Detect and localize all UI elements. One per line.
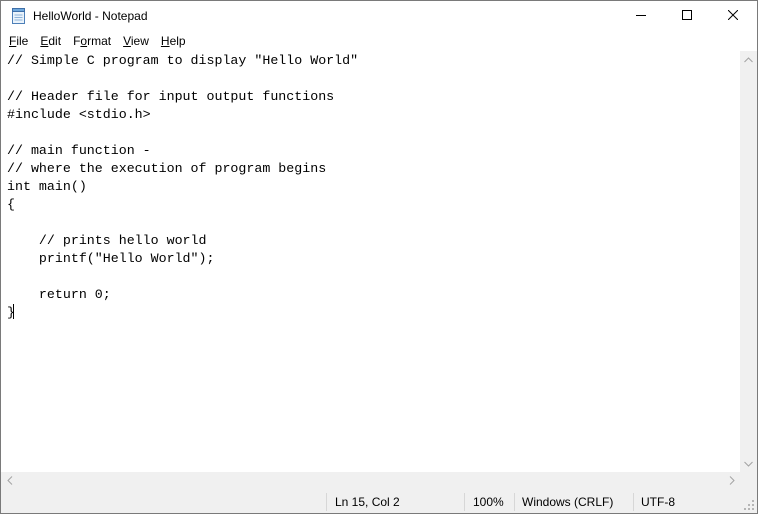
text-caret [12, 304, 14, 319]
notepad-icon[interactable] [11, 8, 26, 24]
menu-file[interactable]: File [3, 31, 34, 51]
status-line-endings: Windows (CRLF) [522, 495, 614, 509]
maximize-button[interactable] [664, 1, 710, 31]
editor-line: // main function - [7, 143, 151, 158]
editor-line: // prints hello world [7, 233, 207, 248]
scroll-down-icon[interactable] [740, 455, 757, 472]
editor-line: #include <stdio.h> [7, 107, 151, 122]
status-bar: Ln 15, Col 2 100% Windows (CRLF) UTF-8 [1, 489, 757, 513]
menu-view[interactable]: View [117, 31, 155, 51]
text-editor[interactable]: // Simple C program to display "Hello Wo… [1, 51, 740, 472]
minimize-icon [636, 9, 646, 23]
scroll-right-icon[interactable] [723, 472, 740, 489]
editor-line: printf("Hello World"); [7, 251, 215, 266]
title-bar[interactable]: HelloWorld - Notepad [1, 1, 757, 31]
maximize-icon [682, 9, 692, 23]
editor-content[interactable]: // Simple C program to display "Hello Wo… [7, 52, 358, 322]
editor-line: return 0; [7, 287, 111, 302]
status-zoom: 100% [473, 495, 504, 509]
scroll-up-icon[interactable] [740, 51, 757, 68]
menu-help[interactable]: Help [155, 31, 192, 51]
window-title: HelloWorld - Notepad [33, 9, 148, 23]
editor-line: // where the execution of program begins [7, 161, 327, 176]
editor-line: { [7, 197, 15, 212]
status-divider [326, 493, 327, 511]
status-encoding: UTF-8 [641, 495, 675, 509]
menu-format[interactable]: Format [67, 31, 117, 51]
horizontal-scrollbar[interactable] [1, 472, 740, 489]
vertical-scrollbar[interactable] [740, 51, 757, 472]
menu-edit[interactable]: Edit [34, 31, 67, 51]
resize-grip-icon[interactable] [743, 499, 755, 511]
status-divider [633, 493, 634, 511]
status-divider [514, 493, 515, 511]
status-divider [464, 493, 465, 511]
editor-line: // Simple C program to display "Hello Wo… [7, 53, 359, 68]
menu-bar: File Edit Format View Help [1, 31, 757, 51]
editor-line: int main() [7, 179, 87, 194]
scroll-left-icon[interactable] [1, 472, 18, 489]
close-button[interactable] [710, 1, 756, 31]
notepad-window: HelloWorld - Notepad File Edit Format Vi… [0, 0, 758, 514]
scrollbar-corner [740, 472, 757, 489]
close-icon [727, 9, 739, 23]
minimize-button[interactable] [618, 1, 664, 31]
editor-line: // Header file for input output function… [7, 89, 335, 104]
status-cursor-position: Ln 15, Col 2 [335, 495, 400, 509]
